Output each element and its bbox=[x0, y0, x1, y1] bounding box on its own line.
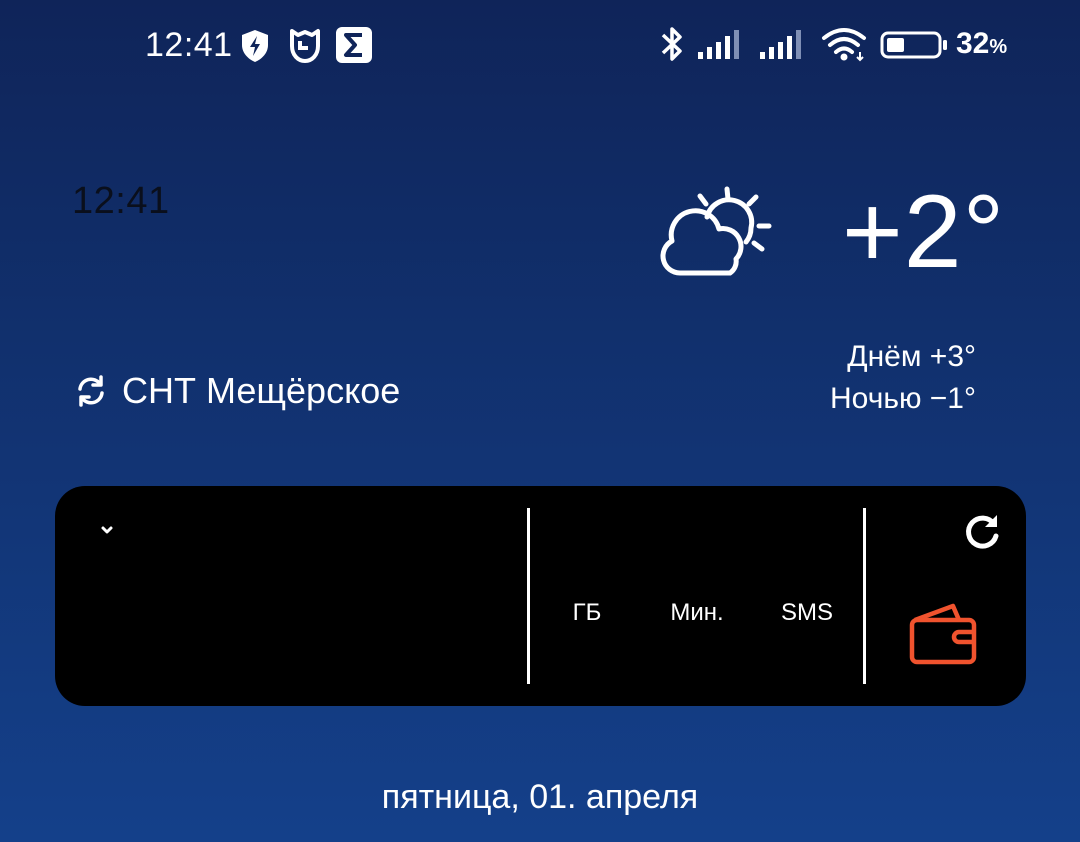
operator-widget[interactable]: ГБ Мин. SMS bbox=[55, 486, 1026, 706]
night-forecast: Ночью −1° bbox=[830, 382, 976, 415]
battery-icon bbox=[880, 31, 947, 59]
current-temperature[interactable]: +2° bbox=[842, 180, 1005, 284]
signal-sim2-icon bbox=[760, 30, 801, 59]
date-label[interactable]: пятница, 01. апреля bbox=[0, 778, 1080, 817]
wallet-icon[interactable] bbox=[907, 600, 979, 668]
chevron-down-icon[interactable] bbox=[95, 520, 119, 538]
battery-percent: 32% bbox=[956, 27, 1008, 60]
unit-minutes: Мин. bbox=[670, 599, 724, 626]
status-time: 12:41 bbox=[145, 26, 233, 64]
refresh-button[interactable] bbox=[961, 512, 1003, 554]
unit-sms: SMS bbox=[780, 599, 833, 626]
bluetooth-icon bbox=[661, 27, 682, 61]
status-bar: 12:41 32% bbox=[0, 0, 1080, 92]
wifi-icon bbox=[822, 28, 866, 62]
location-name: СНТ Мещёрское bbox=[122, 370, 401, 411]
card-divider bbox=[527, 508, 530, 684]
card-divider bbox=[863, 508, 866, 684]
mi-home-icon bbox=[290, 29, 320, 63]
clock-widget[interactable]: 12:41 bbox=[72, 180, 170, 223]
partly-cloudy-icon[interactable] bbox=[658, 185, 778, 280]
weather-location[interactable]: СНТ Мещёрское bbox=[74, 366, 400, 416]
shield-bolt-icon bbox=[242, 30, 268, 62]
sync-icon bbox=[78, 375, 104, 407]
day-forecast: Днём +3° bbox=[847, 340, 976, 373]
forecast: Днём +3° Ночью −1° bbox=[740, 336, 976, 420]
unit-gb: ГБ bbox=[572, 599, 602, 626]
sigma-icon bbox=[336, 27, 372, 63]
signal-sim1-icon bbox=[698, 30, 739, 59]
